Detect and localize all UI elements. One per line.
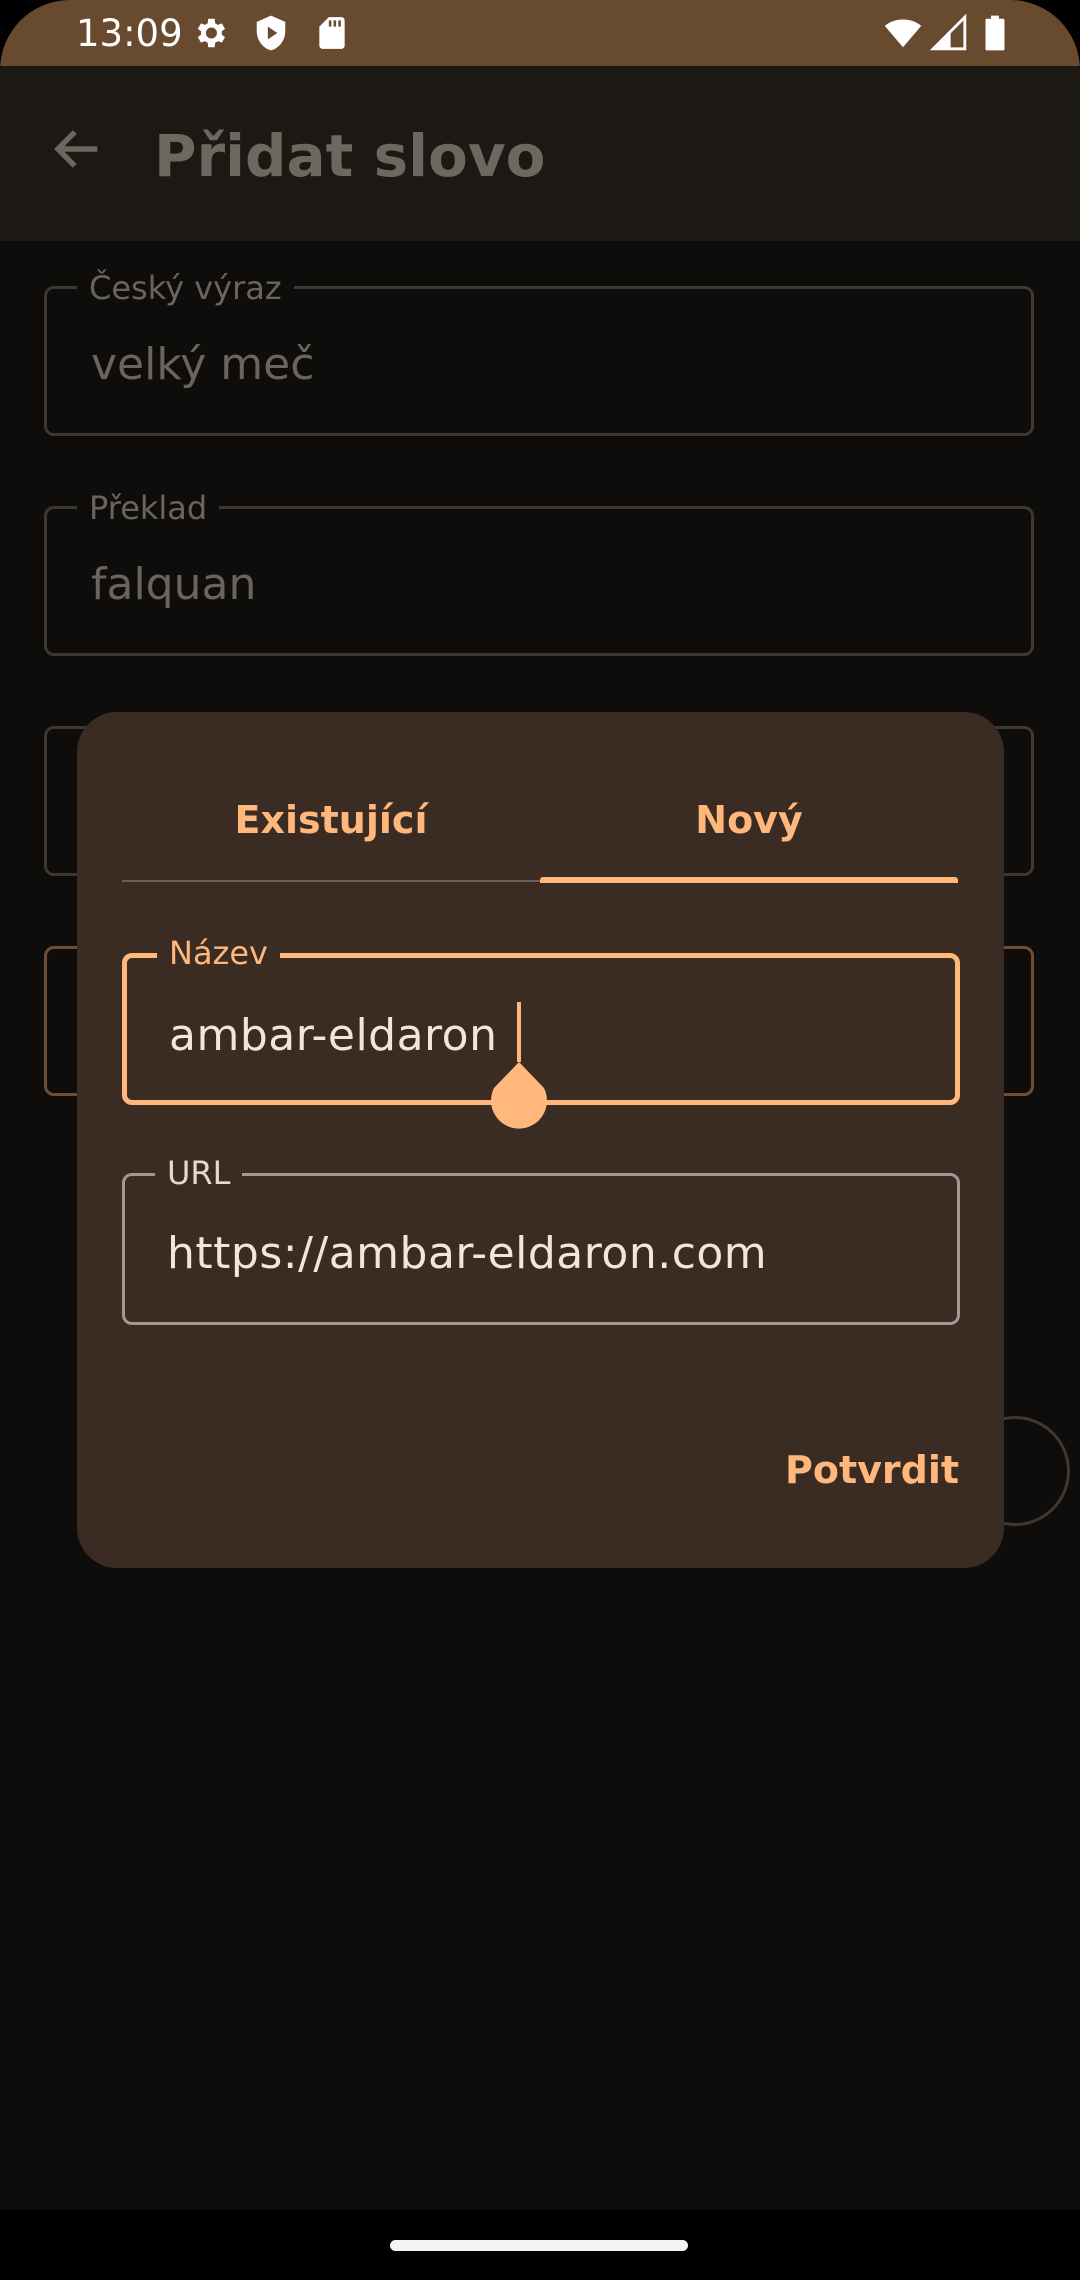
cursor-handle-icon[interactable] xyxy=(490,1062,548,1132)
czech-phrase-field[interactable]: Český výraz velký meč xyxy=(44,269,1034,436)
tab-existing[interactable]: Existující xyxy=(122,798,540,842)
wifi-icon xyxy=(884,19,922,48)
czech-phrase-label: Český výraz xyxy=(77,269,294,307)
page-title: Přidat slovo xyxy=(154,122,546,190)
name-label: Název xyxy=(157,934,280,972)
name-value[interactable]: ambar-eldaron xyxy=(169,1010,498,1061)
navigation-bar xyxy=(0,2210,1080,2280)
translation-label: Překlad xyxy=(77,489,220,527)
url-value[interactable]: https://ambar-eldaron.com xyxy=(167,1228,767,1279)
arrow-left-icon[interactable] xyxy=(50,122,104,176)
confirm-button[interactable]: Potvrdit xyxy=(767,1430,977,1510)
screen: 13:09 Přidat slovo Český výraz velký meč… xyxy=(0,0,1080,2280)
name-field[interactable]: Název ambar-eldaron xyxy=(122,934,960,1129)
czech-phrase-value: velký meč xyxy=(91,339,315,390)
url-field[interactable]: URL https://ambar-eldaron.com xyxy=(122,1154,960,1325)
shield-play-icon xyxy=(256,15,286,51)
home-indicator[interactable] xyxy=(390,2240,688,2251)
battery-icon xyxy=(985,15,1005,51)
translation-value: falquan xyxy=(91,559,257,610)
sd-card-icon xyxy=(319,17,345,49)
app-bar: Přidat slovo xyxy=(0,66,1080,241)
tab-new[interactable]: Nový xyxy=(540,798,958,842)
status-time: 13:09 xyxy=(76,12,183,55)
gear-icon xyxy=(197,18,226,48)
url-label: URL xyxy=(155,1154,243,1192)
tab-indicator xyxy=(540,877,958,883)
status-bar: 13:09 xyxy=(0,0,1080,66)
add-source-dialog: Existující Nový Název ambar-eldaron URL … xyxy=(77,712,1004,1568)
signal-icon xyxy=(929,14,967,51)
text-cursor xyxy=(517,1002,521,1062)
translation-field[interactable]: Překlad falquan xyxy=(44,489,1034,656)
